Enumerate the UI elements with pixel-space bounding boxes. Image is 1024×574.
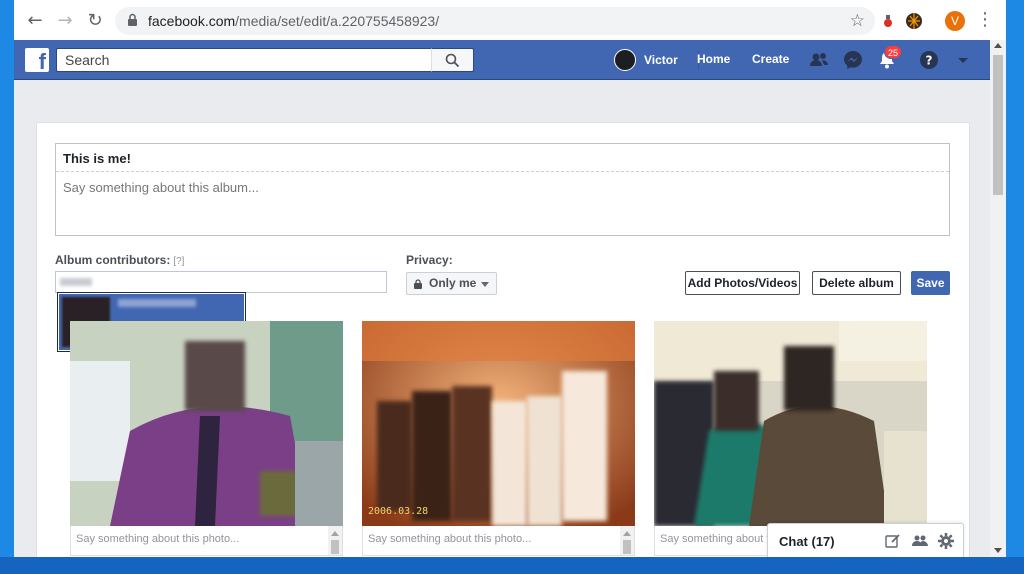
caption-scrollbar[interactable] bbox=[620, 526, 634, 555]
browser-window: ← → ↻ facebook.com/media/set/edit/a.2207… bbox=[14, 0, 1006, 557]
forward-arrow-icon[interactable]: → bbox=[54, 10, 76, 32]
gear-icon[interactable] bbox=[938, 533, 954, 549]
group-chat-icon[interactable] bbox=[912, 533, 928, 549]
reload-icon[interactable]: ↻ bbox=[84, 10, 106, 32]
photo-date-stamp: 2006.03.28 bbox=[368, 506, 428, 517]
browser-menu-icon[interactable]: ⋮ bbox=[976, 9, 994, 30]
photo-image bbox=[654, 321, 927, 526]
url-text: facebook.com/media/set/edit/a.2207554589… bbox=[148, 13, 440, 29]
chat-label[interactable]: Chat (17) bbox=[779, 534, 835, 549]
desktop-taskbar-edge bbox=[0, 557, 1024, 574]
search-icon bbox=[445, 53, 460, 68]
scroll-up-icon[interactable] bbox=[994, 43, 1002, 48]
new-message-icon[interactable] bbox=[885, 533, 901, 549]
bookmark-star-icon[interactable]: ☆ bbox=[850, 11, 865, 31]
lock-icon bbox=[128, 13, 137, 26]
create-link[interactable]: Create bbox=[752, 52, 789, 66]
page-scrollbar[interactable] bbox=[990, 40, 1006, 557]
browser-toolbar: ← → ↻ facebook.com/media/set/edit/a.2207… bbox=[14, 0, 1006, 42]
caption-scrollbar[interactable] bbox=[328, 526, 342, 555]
contributors-help-link[interactable]: [?] bbox=[173, 256, 184, 267]
suggestion-name-blurred bbox=[118, 299, 196, 307]
contributors-input[interactable] bbox=[55, 271, 387, 293]
album-details-box: This is me! Say something about this alb… bbox=[55, 143, 950, 236]
messenger-icon[interactable] bbox=[842, 49, 864, 71]
privacy-selector[interactable]: Only me bbox=[406, 272, 497, 295]
lock-icon bbox=[414, 279, 422, 289]
privacy-value: Only me bbox=[429, 276, 477, 290]
extension-icon[interactable] bbox=[879, 12, 897, 30]
svg-text:?: ? bbox=[926, 54, 933, 68]
privacy-label: Privacy: bbox=[406, 253, 453, 267]
search-input[interactable]: Search bbox=[56, 48, 474, 72]
photo-image bbox=[70, 321, 343, 526]
search-button[interactable] bbox=[431, 48, 474, 72]
help-icon[interactable]: ? bbox=[918, 49, 940, 71]
notification-badge: 25 bbox=[884, 45, 903, 59]
album-edit-card: This is me! Say something about this alb… bbox=[36, 122, 970, 557]
album-photo-1[interactable] bbox=[70, 321, 343, 526]
photo-2-caption-field[interactable]: Say something about this photo... bbox=[362, 526, 635, 556]
facebook-header: f Search Victor Home Create 25 ? bbox=[14, 40, 990, 80]
friend-requests-icon[interactable] bbox=[808, 49, 830, 71]
delete-album-button[interactable]: Delete album bbox=[812, 271, 901, 295]
album-title-field[interactable]: This is me! bbox=[56, 144, 949, 172]
album-photo-3[interactable] bbox=[654, 321, 927, 526]
caption-placeholder: Say something about this photo... bbox=[368, 533, 532, 545]
profile-avatar[interactable]: V bbox=[945, 11, 965, 31]
scroll-down-icon[interactable] bbox=[994, 548, 1002, 553]
chevron-down-icon bbox=[481, 282, 489, 287]
typed-name-blurred bbox=[60, 278, 92, 286]
header-user-name: Victor bbox=[644, 53, 678, 67]
caption-placeholder: Say something about this photo... bbox=[76, 533, 240, 545]
photo-1-caption-field[interactable]: Say something about this photo... bbox=[70, 526, 343, 556]
photo-image: 2006.03.28 bbox=[362, 321, 635, 526]
account-menu-caret-icon[interactable] bbox=[952, 49, 974, 71]
scroll-thumb[interactable] bbox=[993, 55, 1003, 195]
header-profile-link[interactable]: Victor bbox=[614, 49, 678, 71]
extension-globe-icon[interactable] bbox=[905, 12, 923, 30]
avatar bbox=[614, 49, 636, 71]
save-button[interactable]: Save bbox=[911, 271, 950, 295]
add-photos-videos-button[interactable]: Add Photos/Videos bbox=[685, 271, 800, 295]
address-bar[interactable]: facebook.com/media/set/edit/a.2207554589… bbox=[115, 7, 875, 35]
back-arrow-icon[interactable]: ← bbox=[24, 10, 46, 32]
album-contributors-label: Album contributors: [?] bbox=[55, 253, 185, 267]
facebook-logo[interactable]: f bbox=[25, 48, 49, 72]
album-photo-2[interactable]: 2006.03.28 bbox=[362, 321, 635, 526]
album-description-field[interactable]: Say something about this album... bbox=[63, 180, 259, 195]
home-link[interactable]: Home bbox=[697, 52, 730, 66]
chat-sidebar-bar[interactable]: Chat (17) bbox=[767, 523, 964, 557]
